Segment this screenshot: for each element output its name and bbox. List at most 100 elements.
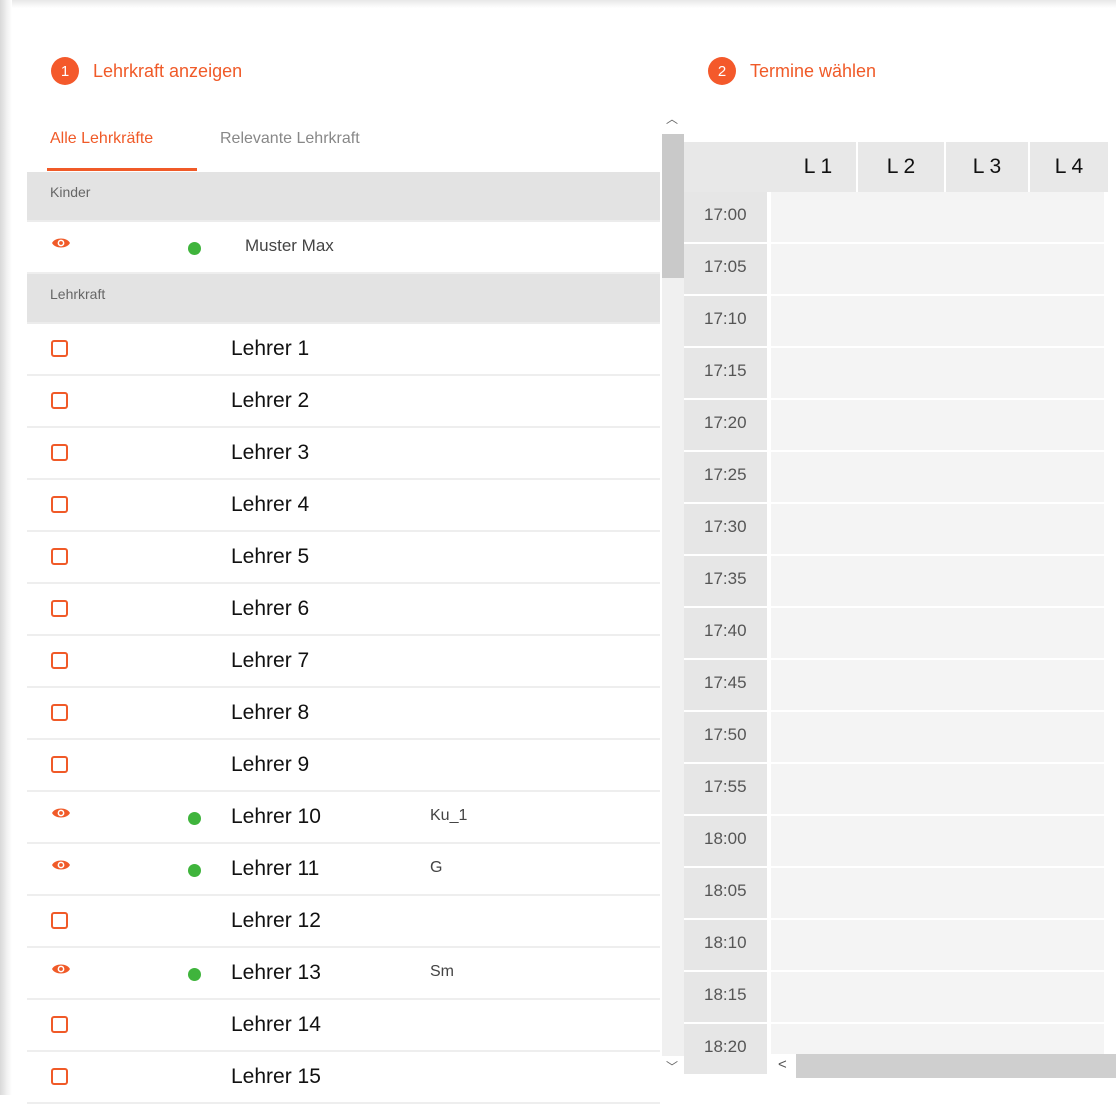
appointment-slot[interactable]: [1021, 608, 1104, 658]
tab-all-teachers[interactable]: Alle Lehrkräfte: [50, 130, 153, 148]
list-item[interactable]: Lehrer 7: [27, 636, 660, 688]
appointment-slot[interactable]: [937, 192, 1024, 242]
appointment-slot[interactable]: [771, 556, 852, 606]
appointment-slot[interactable]: [1021, 920, 1104, 970]
appointment-slot[interactable]: [771, 868, 852, 918]
appointment-slot[interactable]: [771, 348, 852, 398]
list-vertical-scrollbar[interactable]: ︿ ﹀: [662, 108, 684, 1078]
appointment-slot[interactable]: [849, 816, 940, 866]
appointment-slot[interactable]: [771, 764, 852, 814]
schedule-horizontal-scrollbar[interactable]: <: [770, 1054, 1116, 1078]
appointment-slot[interactable]: [937, 296, 1024, 346]
appointment-slot[interactable]: [849, 556, 940, 606]
appointment-slot[interactable]: [937, 504, 1024, 554]
appointment-slot[interactable]: [1021, 192, 1104, 242]
appointment-slot[interactable]: [849, 920, 940, 970]
appointment-slot[interactable]: [1021, 244, 1104, 294]
checkbox-icon[interactable]: [51, 704, 68, 721]
appointment-slot[interactable]: [937, 556, 1024, 606]
appointment-slot[interactable]: [849, 244, 940, 294]
list-item[interactable]: Lehrer 6: [27, 584, 660, 636]
appointment-slot[interactable]: [849, 452, 940, 502]
appointment-slot[interactable]: [771, 296, 852, 346]
appointment-slot[interactable]: [1021, 348, 1104, 398]
list-item[interactable]: Lehrer 10 Ku_1: [27, 792, 660, 844]
checkbox-icon[interactable]: [51, 1068, 68, 1085]
appointment-slot[interactable]: [1021, 452, 1104, 502]
chevron-up-icon[interactable]: ︿: [666, 110, 678, 127]
list-item[interactable]: Lehrer 14: [27, 1000, 660, 1052]
list-item[interactable]: Lehrer 8: [27, 688, 660, 740]
list-item[interactable]: Lehrer 1: [27, 324, 660, 376]
checkbox-icon[interactable]: [51, 392, 68, 409]
eye-icon[interactable]: [51, 806, 71, 825]
list-item[interactable]: Muster Max: [27, 222, 660, 274]
list-item[interactable]: Lehrer 12: [27, 896, 660, 948]
appointment-slot[interactable]: [771, 712, 852, 762]
appointment-slot[interactable]: [1021, 556, 1104, 606]
appointment-slot[interactable]: [771, 400, 852, 450]
appointment-slot[interactable]: [937, 816, 1024, 866]
appointment-slot[interactable]: [849, 660, 940, 710]
appointment-slot[interactable]: [771, 920, 852, 970]
appointment-slot[interactable]: [849, 764, 940, 814]
appointment-slot[interactable]: [849, 296, 940, 346]
appointment-slot[interactable]: [1021, 764, 1104, 814]
list-item[interactable]: Lehrer 11 G: [27, 844, 660, 896]
appointment-slot[interactable]: [771, 244, 852, 294]
appointment-slot[interactable]: [771, 192, 852, 242]
appointment-slot[interactable]: [1021, 868, 1104, 918]
appointment-slot[interactable]: [771, 816, 852, 866]
appointment-slot[interactable]: [771, 660, 852, 710]
appointment-slot[interactable]: [771, 608, 852, 658]
appointment-slot[interactable]: [849, 400, 940, 450]
eye-icon[interactable]: [51, 858, 71, 877]
checkbox-icon[interactable]: [51, 600, 68, 617]
horizontal-scrollbar-thumb[interactable]: [796, 1054, 1116, 1078]
appointment-slot[interactable]: [1021, 972, 1104, 1022]
appointment-slot[interactable]: [849, 192, 940, 242]
appointment-slot[interactable]: [937, 712, 1024, 762]
appointment-slot[interactable]: [937, 660, 1024, 710]
appointment-slot[interactable]: [937, 608, 1024, 658]
list-item[interactable]: Lehrer 4: [27, 480, 660, 532]
appointment-slot[interactable]: [849, 712, 940, 762]
checkbox-icon[interactable]: [51, 496, 68, 513]
appointment-slot[interactable]: [937, 400, 1024, 450]
appointment-slot[interactable]: [937, 348, 1024, 398]
checkbox-icon[interactable]: [51, 912, 68, 929]
list-item[interactable]: Lehrer 5: [27, 532, 660, 584]
checkbox-icon[interactable]: [51, 756, 68, 773]
appointment-slot[interactable]: [849, 608, 940, 658]
eye-icon[interactable]: [51, 962, 71, 981]
appointment-slot[interactable]: [849, 972, 940, 1022]
appointment-slot[interactable]: [849, 348, 940, 398]
appointment-slot[interactable]: [1021, 660, 1104, 710]
checkbox-icon[interactable]: [51, 444, 68, 461]
chevron-left-icon[interactable]: <: [778, 1056, 787, 1073]
appointment-slot[interactable]: [1021, 504, 1104, 554]
scrollbar-thumb[interactable]: [662, 134, 684, 278]
list-item[interactable]: Lehrer 2: [27, 376, 660, 428]
eye-icon[interactable]: [51, 236, 71, 255]
checkbox-icon[interactable]: [51, 652, 68, 669]
chevron-down-icon[interactable]: ﹀: [666, 1058, 678, 1075]
tab-relevant-teacher[interactable]: Relevante Lehrkraft: [220, 130, 360, 148]
list-item[interactable]: Lehrer 13 Sm: [27, 948, 660, 1000]
appointment-slot[interactable]: [849, 504, 940, 554]
appointment-slot[interactable]: [937, 920, 1024, 970]
checkbox-icon[interactable]: [51, 1016, 68, 1033]
appointment-slot[interactable]: [937, 764, 1024, 814]
appointment-slot[interactable]: [771, 504, 852, 554]
list-item[interactable]: Lehrer 9: [27, 740, 660, 792]
appointment-slot[interactable]: [771, 452, 852, 502]
list-item[interactable]: Lehrer 15: [27, 1052, 660, 1104]
checkbox-icon[interactable]: [51, 340, 68, 357]
appointment-slot[interactable]: [849, 868, 940, 918]
appointment-slot[interactable]: [1021, 400, 1104, 450]
appointment-slot[interactable]: [937, 452, 1024, 502]
appointment-slot[interactable]: [937, 244, 1024, 294]
appointment-slot[interactable]: [771, 972, 852, 1022]
appointment-slot[interactable]: [1021, 816, 1104, 866]
appointment-slot[interactable]: [1021, 296, 1104, 346]
